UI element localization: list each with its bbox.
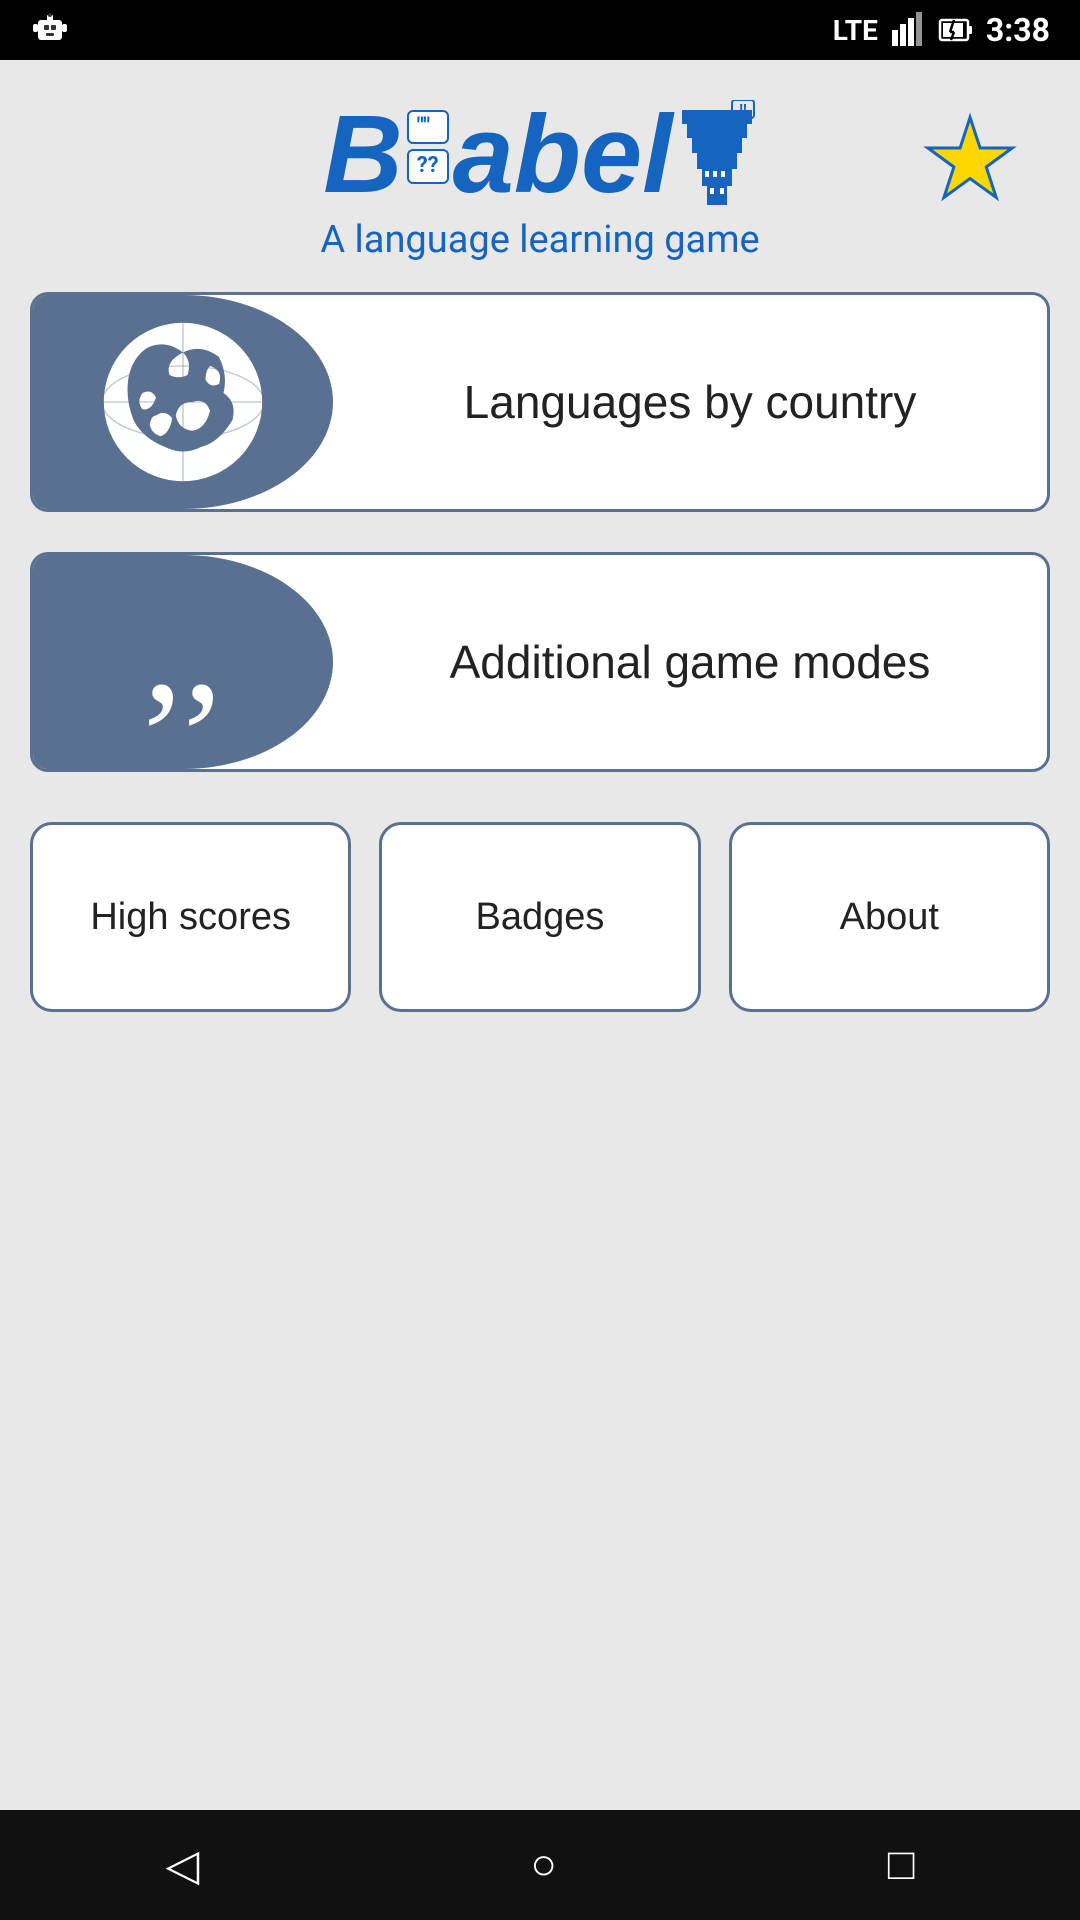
status-bar: LTE 3:38	[0, 0, 1080, 60]
time-display: 3:38	[986, 11, 1050, 49]
recents-icon: □	[888, 1840, 915, 1889]
subtitle: A language learning game	[320, 218, 759, 262]
high-scores-button[interactable]: High scores	[30, 822, 351, 1012]
additional-game-modes-button[interactable]: ,, Additional game modes	[30, 552, 1050, 772]
globe-icon-container	[33, 295, 333, 509]
logo-bubbles: "" ??	[407, 100, 449, 184]
logo-abel: abel	[453, 100, 673, 210]
star-button[interactable]: ★	[910, 100, 1030, 220]
quotes-icon-container: ,,	[33, 555, 333, 769]
status-right: LTE 3:38	[833, 11, 1050, 49]
robot-icon	[30, 10, 70, 50]
home-button[interactable]: ○	[530, 1840, 557, 1890]
logo-area: B "" ?? abel	[320, 100, 759, 262]
status-bar-left	[30, 0, 70, 60]
about-label: About	[840, 896, 939, 939]
languages-by-country-button[interactable]: Languages by country	[30, 292, 1050, 512]
back-button[interactable]: ◁	[166, 1840, 200, 1891]
header: B "" ?? abel	[30, 100, 1050, 262]
home-icon: ○	[530, 1840, 557, 1889]
main-content: B "" ?? abel	[0, 60, 1080, 1810]
signal-icon	[890, 12, 926, 48]
babel-logo: B "" ?? abel	[323, 100, 756, 210]
bottom-buttons-row: High scores Badges About	[30, 822, 1050, 1012]
lte-label: LTE	[833, 14, 878, 47]
star-icon: ★	[921, 105, 1020, 215]
back-icon: ◁	[166, 1841, 200, 1890]
battery-icon	[938, 12, 974, 48]
logo-b: B	[323, 100, 402, 210]
nav-bar: ◁ ○ □	[0, 1810, 1080, 1920]
high-scores-label: High scores	[90, 896, 291, 939]
languages-by-country-label: Languages by country	[333, 375, 1047, 429]
svg-text:!!: !!	[739, 102, 747, 118]
quotes-icon: ,,	[143, 583, 223, 741]
tower-icon: !!	[677, 100, 757, 210]
about-button[interactable]: About	[729, 822, 1050, 1012]
bubble-1: ""	[407, 110, 449, 144]
badges-button[interactable]: Badges	[379, 822, 700, 1012]
bubble-2: ??	[407, 149, 449, 183]
badges-label: Badges	[476, 896, 605, 939]
globe-icon	[93, 312, 273, 492]
additional-game-modes-label: Additional game modes	[333, 635, 1047, 689]
recents-button[interactable]: □	[888, 1840, 915, 1890]
